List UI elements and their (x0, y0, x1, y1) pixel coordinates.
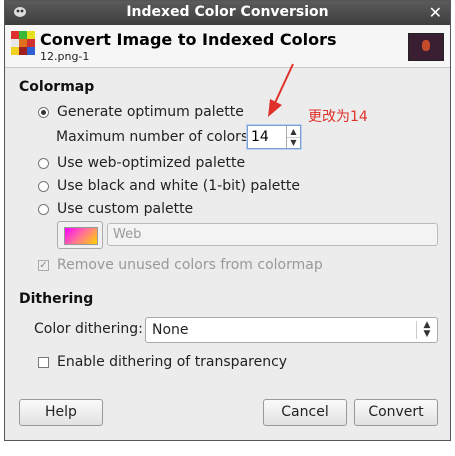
radio-bw-palette[interactable]: Use black and white (1-bit) palette (38, 177, 300, 195)
red-arrow-annotation-icon (268, 63, 294, 117)
checkmark-icon[interactable]: ✓ (38, 259, 49, 271)
checkbox-label: Remove unused colors from colormap (57, 257, 323, 273)
palette-select-button[interactable] (57, 221, 103, 249)
checkbox-label: Enable dithering of transparency (57, 354, 288, 370)
checkbox[interactable] (38, 356, 49, 368)
dropdown-arrows-icon: ▲ ▼ (423, 320, 431, 339)
dropdown-value: None (152, 322, 189, 338)
dialog-header: Convert Image to Indexed Colors 12.png-1 (5, 25, 450, 68)
colormap-heading: Colormap (19, 79, 95, 95)
radio-button[interactable] (38, 180, 49, 192)
annotation-text: 更改为14 (308, 109, 368, 125)
dialog-window: Indexed Color Conversion ✕ Convert Image… (4, 0, 451, 441)
custom-palette-field[interactable]: Web (107, 223, 438, 246)
radio-button[interactable] (38, 106, 49, 118)
radio-web-palette[interactable]: Use web-optimized palette (38, 154, 245, 172)
palette-swatch-icon (64, 227, 98, 245)
max-colors-input[interactable] (251, 128, 285, 146)
decrement-arrow-icon[interactable]: ▼ (287, 137, 300, 148)
close-icon[interactable]: ✕ (429, 3, 442, 22)
radio-label: Use black and white (1-bit) palette (57, 178, 300, 194)
image-name: 12.png-1 (40, 50, 90, 63)
remove-unused-option[interactable]: ✓ Remove unused colors from colormap (38, 256, 323, 274)
max-colors-spinbox[interactable]: ▲ ▼ (247, 125, 301, 149)
indexed-colors-icon (11, 31, 35, 55)
max-colors-label: Maximum number of colors: (56, 129, 253, 145)
dialog-heading: Convert Image to Indexed Colors (40, 30, 337, 49)
radio-label: Use custom palette (57, 201, 194, 217)
title-bar: Indexed Color Conversion ✕ (5, 1, 450, 25)
color-dithering-dropdown[interactable]: None ▲ ▼ (145, 317, 438, 343)
radio-button[interactable] (38, 157, 49, 169)
radio-optimum-palette[interactable]: Generate optimum palette (38, 103, 244, 121)
radio-label: Generate optimum palette (57, 104, 244, 120)
convert-button[interactable]: Convert (354, 399, 438, 426)
dither-transparency-option[interactable]: Enable dithering of transparency (38, 353, 287, 371)
window-title: Indexed Color Conversion (126, 4, 329, 20)
radio-label: Use web-optimized palette (57, 155, 246, 171)
image-thumbnail (408, 33, 444, 61)
radio-custom-palette[interactable]: Use custom palette (38, 200, 193, 218)
dithering-heading: Dithering (19, 291, 94, 307)
cancel-button[interactable]: Cancel (263, 399, 347, 426)
color-dithering-label: Color dithering: (34, 321, 143, 337)
help-button[interactable]: Help (19, 399, 103, 426)
radio-button[interactable] (38, 203, 49, 215)
